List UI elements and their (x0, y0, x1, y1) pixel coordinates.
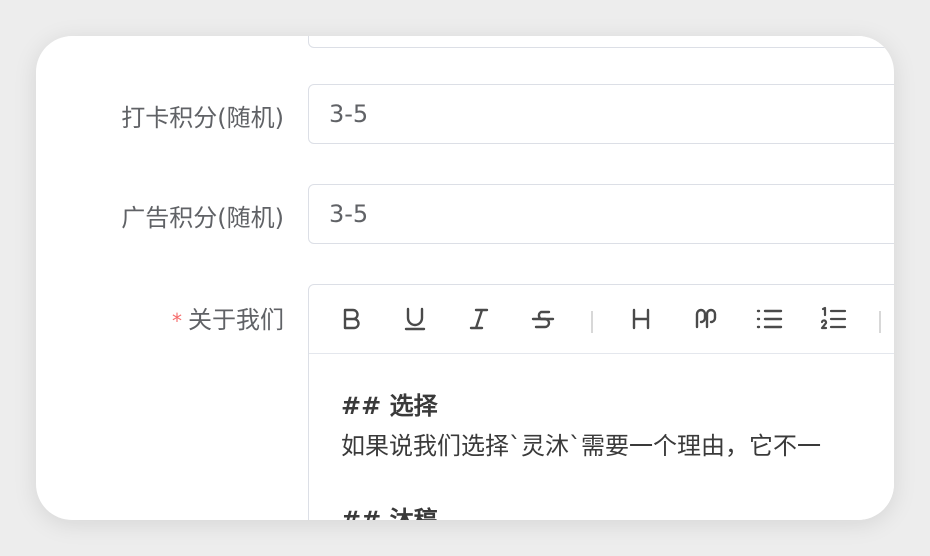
editor-content[interactable]: ## 选择 如果说我们选择`灵沐`需要一个理由，它不一 ## 沐稿 (309, 354, 894, 520)
toolbar-divider (879, 311, 881, 333)
ad-points-input[interactable]: 3-5 (308, 184, 894, 244)
about-us-label: * 关于我们 (172, 300, 284, 335)
italic-icon[interactable] (459, 299, 499, 339)
content-heading: ## 选择 (341, 392, 438, 420)
ordered-list-icon[interactable] (813, 299, 853, 339)
unordered-list-icon[interactable] (749, 299, 789, 339)
heading-icon[interactable] (621, 299, 661, 339)
content-heading-2: ## 沐稿 (341, 506, 438, 520)
bold-icon[interactable] (331, 299, 371, 339)
underline-icon[interactable] (395, 299, 435, 339)
about-us-label-text: 关于我们 (188, 306, 284, 334)
quote-icon[interactable] (685, 299, 725, 339)
checkin-points-value: 3-5 (329, 100, 369, 128)
required-mark: * (172, 309, 182, 333)
ad-points-value: 3-5 (329, 200, 369, 228)
toolbar-divider (591, 311, 593, 333)
checkin-points-label: 打卡积分(随机) (121, 104, 284, 132)
previous-field-input[interactable] (308, 36, 894, 48)
about-us-rich-editor[interactable]: ## 选择 如果说我们选择`灵沐`需要一个理由，它不一 ## 沐稿 (308, 284, 894, 520)
checkin-points-input[interactable]: 3-5 (308, 84, 894, 144)
ad-points-label: 广告积分(随机) (121, 204, 284, 232)
editor-toolbar (309, 285, 894, 354)
settings-form-card: 打卡积分(随机) 3-5 广告积分(随机) 3-5 * 关于我们 ## 选择 如… (36, 36, 894, 520)
content-paragraph: 如果说我们选择`灵沐`需要一个理由，它不一 (341, 432, 821, 460)
strikethrough-icon[interactable] (523, 299, 563, 339)
